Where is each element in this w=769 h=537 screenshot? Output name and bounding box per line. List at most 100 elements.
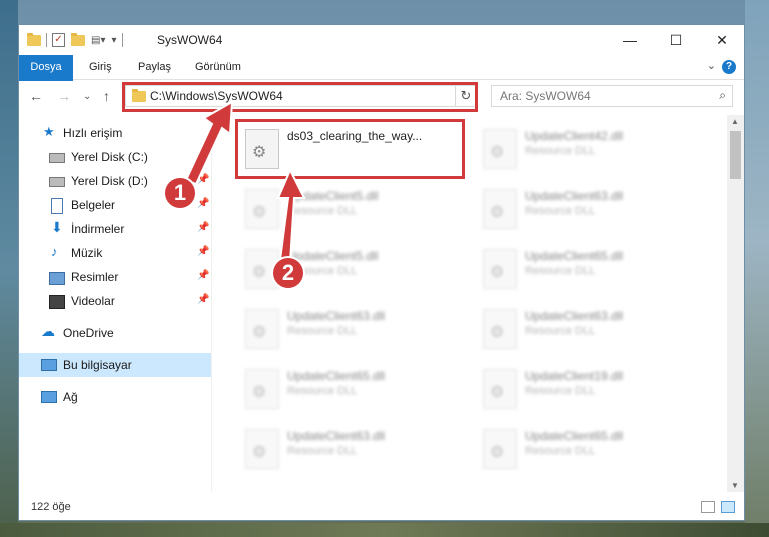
- file-name: UpdateClient42.dll: [525, 129, 624, 143]
- properties-icon[interactable]: ✓: [52, 33, 65, 47]
- sidebar-item-quick-access[interactable]: ★ Hızlı erişim: [19, 121, 211, 145]
- file-type: Resource DLL: [525, 385, 596, 397]
- scroll-up-icon[interactable]: ▲: [731, 117, 739, 126]
- music-icon: ♪: [51, 244, 58, 259]
- tab-view[interactable]: Görünüm: [195, 55, 241, 79]
- dll-file-icon: ⚙: [245, 189, 279, 229]
- toolbar-dropdown-icon[interactable]: ▾: [111, 35, 116, 46]
- file-name: UpdateClient63.dll: [525, 189, 624, 203]
- gear-icon: ⚙: [490, 324, 505, 341]
- sidebar-item-downloads[interactable]: ⬇ İndirmeler 📌: [19, 217, 211, 241]
- sidebar-item-this-pc[interactable]: Bu bilgisayar: [19, 353, 211, 377]
- dll-file-icon: ⚙: [245, 129, 279, 169]
- star-icon: ★: [43, 124, 55, 139]
- file-item[interactable]: ⚙ UpdateClient65.dll Resource DLL: [237, 361, 457, 417]
- help-icon[interactable]: ?: [722, 60, 736, 74]
- file-name: UpdateClient65.dll: [525, 429, 624, 443]
- search-input[interactable]: Ara: SysWOW64 ⌕: [491, 85, 733, 107]
- documents-icon: [51, 198, 63, 214]
- details-view-icon[interactable]: [701, 501, 715, 513]
- desktop-background-right: [745, 0, 769, 537]
- file-name: ds03_clearing_the_way...: [287, 129, 423, 143]
- file-name: UpdateClient19.dll: [525, 369, 624, 383]
- gear-icon: ⚙: [252, 444, 267, 461]
- sidebar-item-local-disk-c[interactable]: Yerel Disk (C:) 📌: [19, 145, 211, 169]
- dll-file-icon: ⚙: [245, 369, 279, 409]
- search-icon: ⌕: [719, 88, 726, 102]
- download-icon: ⬇: [51, 219, 63, 235]
- file-name: UpdateClient63.dll: [287, 309, 386, 323]
- dll-file-icon: ⚙: [245, 429, 279, 469]
- gear-icon: ⚙: [490, 264, 505, 281]
- gear-icon: ⚙: [490, 444, 505, 461]
- file-type: Resource DLL: [287, 385, 358, 397]
- ribbon-tabs: Dosya Giriş Paylaş Görünüm ⌄ ?: [19, 55, 744, 111]
- customize-toolbar-icon[interactable]: ▤▾: [91, 35, 105, 46]
- sidebar-item-label: İndirmeler: [71, 222, 125, 236]
- dll-file-icon: ⚙: [483, 429, 517, 469]
- up-arrow-icon[interactable]: ↑: [103, 88, 110, 104]
- gear-icon: ⚙: [490, 204, 505, 221]
- expand-ribbon-icon[interactable]: ⌄: [707, 59, 716, 72]
- vertical-scrollbar[interactable]: ▲ ▼: [727, 115, 744, 492]
- drive-icon: [49, 153, 65, 163]
- network-icon: [41, 391, 57, 403]
- desktop-background-bottom: [0, 523, 769, 537]
- maximize-button[interactable]: ☐: [653, 25, 699, 55]
- sidebar-item-label: Yerel Disk (D:): [71, 174, 148, 188]
- drive-icon: [49, 177, 65, 187]
- file-item[interactable]: ⚙ UpdateClient63.dll Resource DLL: [475, 181, 695, 237]
- navigation-pane: ★ Hızlı erişim Yerel Disk (C:) 📌 Yerel D…: [19, 115, 212, 492]
- large-icons-view-icon[interactable]: [721, 501, 735, 513]
- callout-1: 1: [165, 178, 195, 208]
- close-button[interactable]: ✕: [699, 25, 744, 55]
- sidebar-item-videos[interactable]: Videolar 📌: [19, 289, 211, 313]
- file-name: UpdateClient65.dll: [287, 369, 386, 383]
- gear-icon: ⚙: [252, 384, 267, 401]
- file-item[interactable]: ⚙ UpdateClient42.dll Resource DLL: [475, 121, 695, 177]
- scroll-down-icon[interactable]: ▼: [731, 481, 739, 490]
- folder-icon[interactable]: [27, 32, 41, 46]
- recent-locations-icon[interactable]: ⌄: [83, 91, 91, 102]
- dll-file-icon: ⚙: [483, 249, 517, 289]
- gear-icon: ⚙: [252, 144, 267, 161]
- pin-icon: 📌: [197, 246, 210, 257]
- file-item[interactable]: ⚙ UpdateClient63.dll Resource DLL: [237, 301, 457, 357]
- tab-home[interactable]: Giriş: [89, 55, 112, 79]
- new-folder-icon[interactable]: [71, 32, 85, 46]
- file-item[interactable]: ⚙ UpdateClient65.dll Resource DLL: [475, 421, 695, 477]
- window-title: SysWOW64: [157, 33, 223, 47]
- gear-icon: ⚙: [252, 264, 267, 281]
- cloud-icon: ☁: [41, 323, 55, 339]
- file-item-selected[interactable]: ⚙ ds03_clearing_the_way...: [235, 119, 465, 179]
- sidebar-item-pictures[interactable]: Resimler 📌: [19, 265, 211, 289]
- quick-access-toolbar: ✓ ▤▾ ▾: [27, 32, 128, 47]
- pin-icon: 📌: [197, 270, 210, 281]
- sidebar-item-onedrive[interactable]: ☁ OneDrive: [19, 321, 211, 345]
- pin-icon: 📌: [197, 174, 210, 185]
- forward-arrow-icon[interactable]: →: [57, 88, 71, 104]
- sidebar-item-network[interactable]: Ağ: [19, 385, 211, 409]
- file-item[interactable]: ⚙ UpdateClient5.dll Resource DLL: [237, 181, 457, 237]
- dll-file-icon: ⚙: [483, 129, 517, 169]
- file-item[interactable]: ⚙ UpdateClient65.dll Resource DLL: [475, 241, 695, 297]
- file-type: Resource DLL: [287, 325, 358, 337]
- sidebar-item-music[interactable]: ♪ Müzik 📌: [19, 241, 211, 265]
- dll-file-icon: ⚙: [483, 189, 517, 229]
- sidebar-item-label: Hızlı erişim: [63, 126, 123, 140]
- file-name: UpdateClient5.dll: [287, 189, 379, 203]
- back-arrow-icon[interactable]: ←: [29, 88, 43, 104]
- file-item[interactable]: ⚙ UpdateClient19.dll Resource DLL: [475, 361, 695, 417]
- desktop-background-left: [0, 0, 18, 537]
- title-bar: ✓ ▤▾ ▾ SysWOW64 — ☐ ✕: [19, 25, 744, 55]
- gear-icon: ⚙: [252, 324, 267, 341]
- separator: [121, 33, 123, 47]
- file-item[interactable]: ⚙ UpdateClient63.dll Resource DLL: [475, 301, 695, 357]
- scrollbar-thumb[interactable]: [730, 131, 741, 179]
- minimize-button[interactable]: —: [607, 25, 653, 55]
- file-item[interactable]: ⚙ UpdateClient63.dll Resource DLL: [237, 421, 457, 477]
- file-item[interactable]: ⚙ UpdateClient5.dll Resource DLL: [237, 241, 457, 297]
- file-name: UpdateClient63.dll: [525, 309, 624, 323]
- status-bar: 122 öğe: [19, 495, 744, 520]
- tab-share[interactable]: Paylaş: [138, 55, 171, 79]
